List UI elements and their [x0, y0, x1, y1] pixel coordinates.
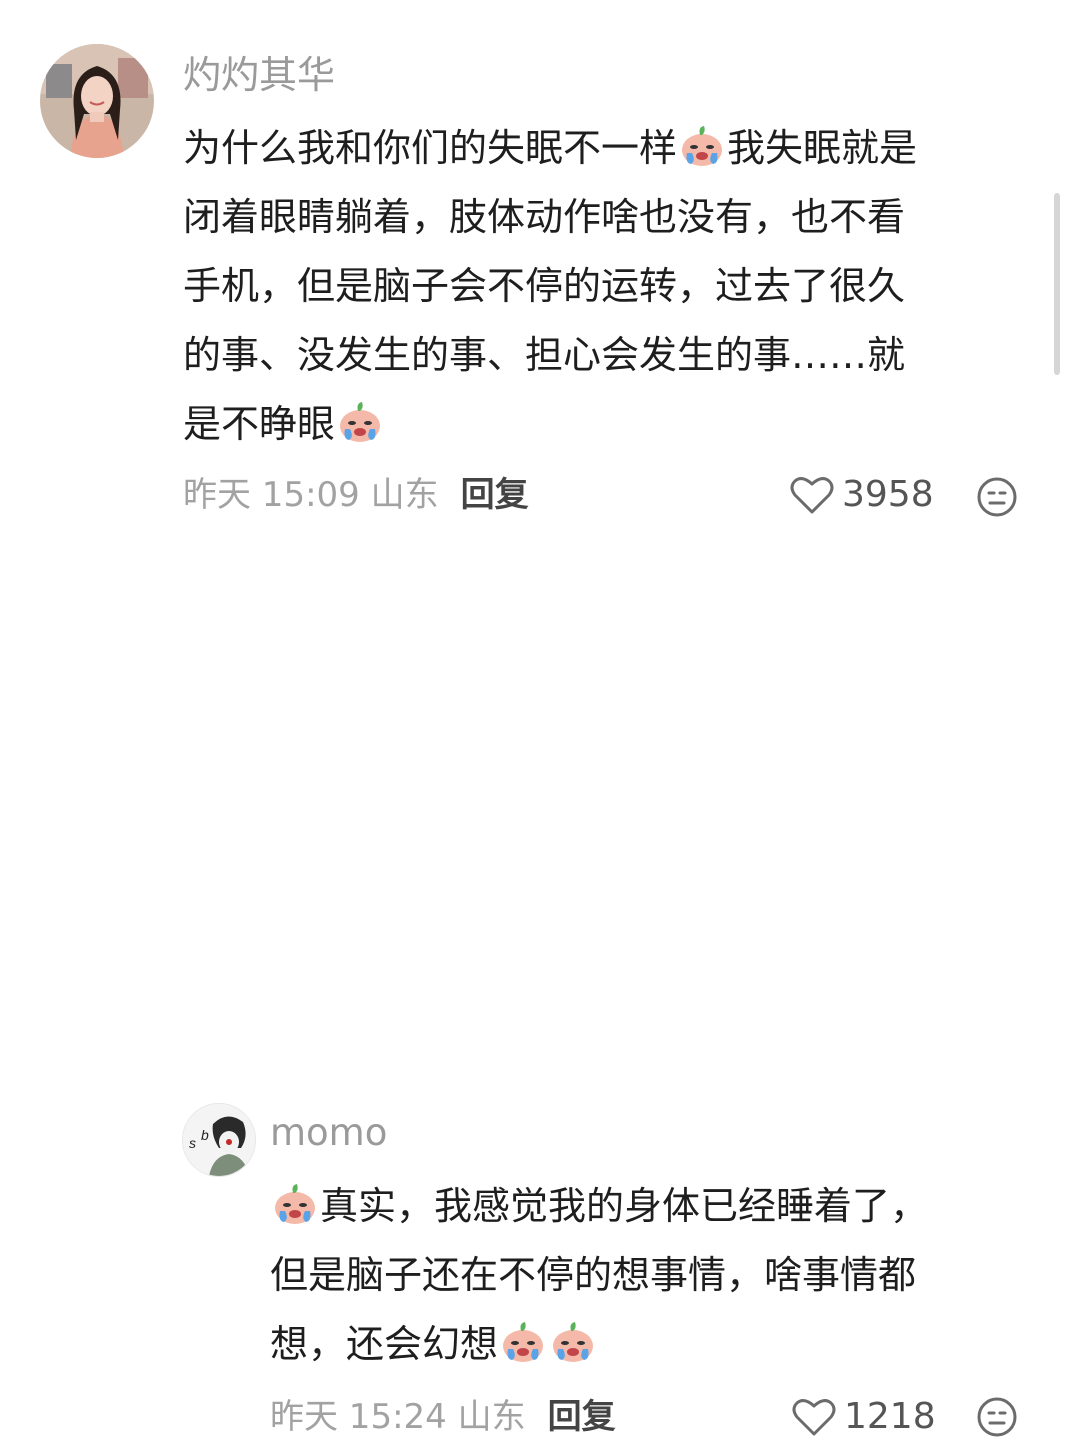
text-line: 手机，但是脑子会不停的运转，过去了很久 [183, 264, 906, 308]
heart-icon [790, 477, 834, 514]
reply-comment: s b momo 真实，我感觉我的身体已经睡着了， 但是脑子还在不停的想事情，啥… [0, 540, 1079, 1437]
text-line: 想，还会幻想 [270, 1310, 1030, 1379]
timestamp-location: 昨天 15:09 山东 [183, 475, 439, 515]
text-line: 闭着眼睛躺着，肢体动作啥也没有，也不看 [183, 195, 906, 239]
text-segment: 为什么我和你们的失眠不一样 [183, 126, 678, 170]
text-line: 是不睁眼 [183, 390, 1033, 459]
reply-button[interactable]: 回复 [461, 475, 529, 515]
comment-meta: 昨天 15:09 山东 回复 [183, 478, 529, 512]
like-count: 1218 [844, 1396, 936, 1437]
text-segment: 想，还会幻想 [270, 1322, 499, 1366]
like-button[interactable]: 3958 [790, 475, 934, 515]
like-count: 3958 [842, 474, 934, 515]
username[interactable]: 灼灼其华 [183, 56, 335, 94]
avatar[interactable] [40, 44, 154, 158]
text-segment: 我失眠就是 [727, 126, 918, 170]
text-line: 真实，我感觉我的身体已经睡着了， [270, 1172, 1030, 1241]
text-segment: 是不睁眼 [183, 402, 336, 446]
timestamp-location: 昨天 15:24 山东 [270, 1397, 526, 1437]
crying-face-icon [503, 1322, 544, 1362]
svg-text:b: b [201, 1127, 209, 1143]
avatar-photo-icon [40, 44, 154, 158]
dislike-face-icon[interactable] [976, 476, 1018, 518]
reply-button[interactable]: 回复 [548, 1397, 616, 1437]
text-segment: 真实，我感觉我的身体已经睡着了， [320, 1184, 929, 1228]
dislike-face-icon[interactable] [976, 1396, 1018, 1438]
avatar-drawing-icon: s b [183, 1104, 255, 1176]
avatar[interactable]: s b [182, 1103, 256, 1177]
crying-face-icon [275, 1184, 315, 1224]
comment-meta: 昨天 15:24 山东 回复 [270, 1400, 616, 1434]
text-line: 但是脑子还在不停的想事情，啥事情都 [270, 1253, 917, 1297]
crying-face-icon [553, 1322, 594, 1362]
comment-text: 为什么我和你们的失眠不一样 我失眠就是 闭着眼睛躺着，肢体动作啥也没有，也不看 手… [183, 114, 1033, 459]
scrollbar[interactable] [1054, 193, 1060, 375]
crying-face-icon [340, 402, 381, 442]
like-button[interactable]: 1218 [792, 1397, 936, 1437]
svg-text:s: s [189, 1135, 196, 1151]
text-line: 为什么我和你们的失眠不一样 我失眠就是 [183, 114, 1033, 183]
crying-face-icon [682, 126, 723, 166]
heart-icon [792, 1399, 836, 1436]
username[interactable]: momo [270, 1114, 387, 1151]
text-line: 的事、没发生的事、担心会发生的事……就 [183, 333, 906, 377]
comment-text: 真实，我感觉我的身体已经睡着了， 但是脑子还在不停的想事情，啥事情都 想，还会幻… [270, 1172, 1030, 1379]
comment: 灼灼其华 为什么我和你们的失眠不一样 我失眠就是 闭着眼睛躺着，肢体动作啥也没有，… [0, 0, 1079, 540]
